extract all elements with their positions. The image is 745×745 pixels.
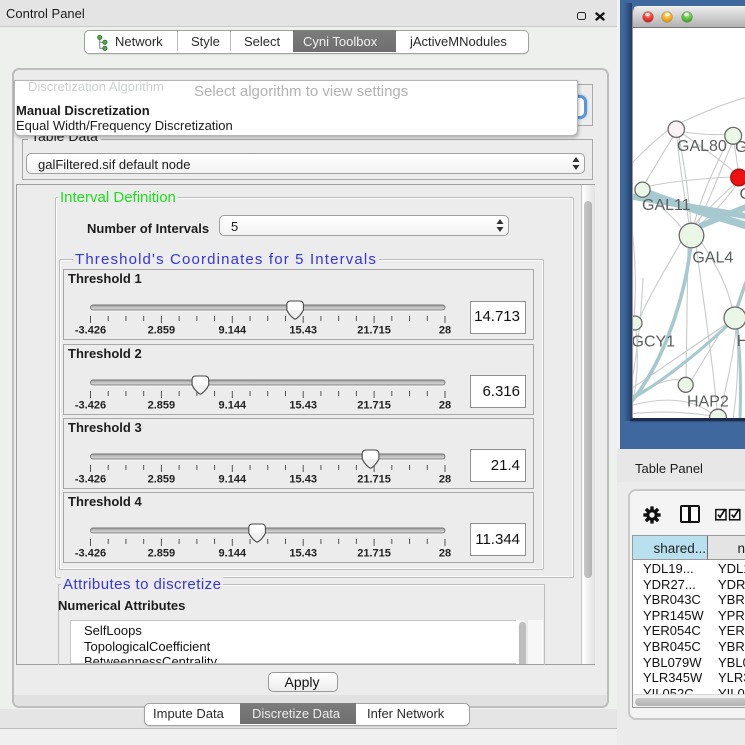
svg-text:9.144: 9.144	[219, 399, 247, 411]
svg-text:-3.426: -3.426	[75, 399, 106, 411]
svg-text:21.715: 21.715	[357, 473, 391, 485]
svg-text:2.859: 2.859	[148, 325, 176, 337]
svg-text:2.859: 2.859	[148, 399, 176, 411]
svg-text:2.859: 2.859	[148, 473, 176, 485]
svg-text:H: H	[737, 333, 745, 350]
svg-text:21.715: 21.715	[357, 325, 391, 337]
svg-text:15.43: 15.43	[289, 473, 317, 485]
svg-text:28: 28	[439, 325, 451, 337]
svg-text:21.715: 21.715	[357, 399, 391, 411]
svg-text:2.859: 2.859	[148, 547, 176, 559]
svg-text:GA: GA	[735, 139, 745, 156]
svg-text:28: 28	[439, 399, 451, 411]
svg-text:28: 28	[439, 473, 451, 485]
svg-text:9.144: 9.144	[219, 547, 247, 559]
svg-text:GAL80: GAL80	[677, 138, 727, 155]
svg-text:15.43: 15.43	[289, 325, 317, 337]
svg-text:GCY1: GCY1	[633, 333, 675, 350]
svg-text:-3.426: -3.426	[75, 547, 106, 559]
svg-text:9.144: 9.144	[219, 473, 247, 485]
svg-text:28: 28	[439, 547, 451, 559]
svg-text:-3.426: -3.426	[75, 473, 106, 485]
svg-text:-3.426: -3.426	[75, 325, 106, 337]
svg-text:C: C	[740, 186, 745, 203]
svg-text:9.144: 9.144	[219, 325, 247, 337]
svg-text:GAL11: GAL11	[642, 197, 691, 214]
svg-text:GAL4: GAL4	[692, 250, 733, 267]
svg-text:15.43: 15.43	[289, 547, 317, 559]
svg-text:21.715: 21.715	[357, 547, 391, 559]
svg-text:HAP2: HAP2	[687, 393, 729, 410]
svg-text:15.43: 15.43	[289, 399, 317, 411]
